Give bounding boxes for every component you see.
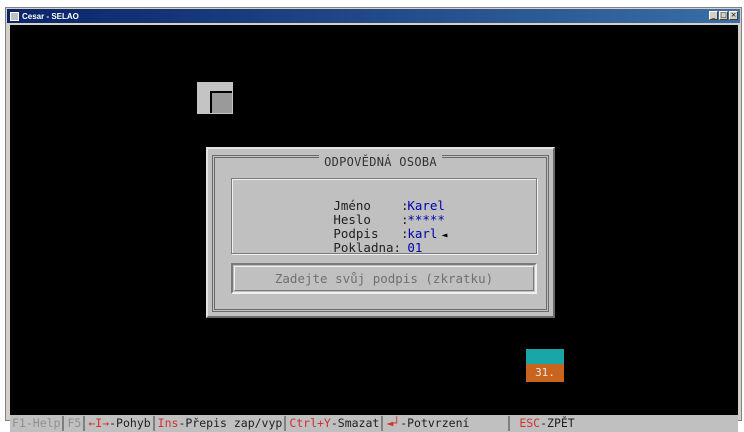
- insert-toggle-key[interactable]: Ins-Přepis zap/vyp: [156, 416, 287, 431]
- window-title: Cesar - SELAO: [22, 11, 79, 21]
- cashdesk-row: Pokladna: 01: [243, 227, 422, 255]
- hint-text: Zadejte svůj podpis (zkratku): [274, 271, 494, 286]
- password-row: Heslo :*****: [243, 199, 445, 227]
- app-icon: [10, 11, 19, 21]
- decorative-square-icon: [197, 82, 233, 118]
- dialog-title: ODPOVĚDNÁ OSOBA: [215, 155, 546, 169]
- cashdesk-field[interactable]: 01: [407, 240, 422, 255]
- calendar-header: [526, 349, 564, 364]
- name-row: Jméno :Karel: [243, 185, 445, 213]
- cashdesk-label: Pokladna:: [333, 240, 402, 255]
- move-key[interactable]: ←I→-Pohyb: [86, 416, 155, 431]
- hint-box: Zadejte svůj podpis (zkratku): [231, 263, 537, 294]
- login-dialog: ODPOVĚDNÁ OSOBA Jméno :Karel Heslo :****…: [206, 147, 555, 318]
- confirm-key[interactable]: ◄┘-Potvrzení: [384, 416, 511, 431]
- active-field-marker-icon: ◄: [441, 230, 448, 241]
- help-key[interactable]: F1-Help: [10, 416, 65, 431]
- back-key[interactable]: ESC-ZPĚT: [517, 416, 576, 431]
- console-area: ODPOVĚDNÁ OSOBA Jméno :Karel Heslo :****…: [10, 25, 738, 415]
- status-bar: F1-Help F5 ←I→-Pohyb Ins-Přepis zap/vyp …: [10, 415, 738, 432]
- app-window: Cesar - SELAO _ □ × ODPOVĚDNÁ OSOBA Jmén…: [5, 7, 742, 432]
- dialog-frame: ODPOVĚDNÁ OSOBA Jméno :Karel Heslo :****…: [212, 155, 549, 312]
- maximize-button[interactable]: □: [719, 11, 728, 20]
- minimize-button[interactable]: _: [709, 11, 718, 20]
- delete-key[interactable]: Ctrl+Y-Smazat: [287, 416, 384, 431]
- close-button[interactable]: ×: [729, 11, 738, 20]
- calendar-widget[interactable]: 31.: [526, 349, 564, 382]
- window-controls: _ □ ×: [709, 11, 738, 20]
- title-bar[interactable]: Cesar - SELAO _ □ ×: [7, 9, 740, 23]
- calendar-day: 31.: [526, 364, 564, 382]
- f5-key[interactable]: F5: [65, 416, 86, 431]
- signature-row: Podpis :karl ◄: [243, 213, 447, 242]
- fields-panel: Jméno :Karel Heslo :***** Podpis :karl ◄ …: [231, 178, 537, 255]
